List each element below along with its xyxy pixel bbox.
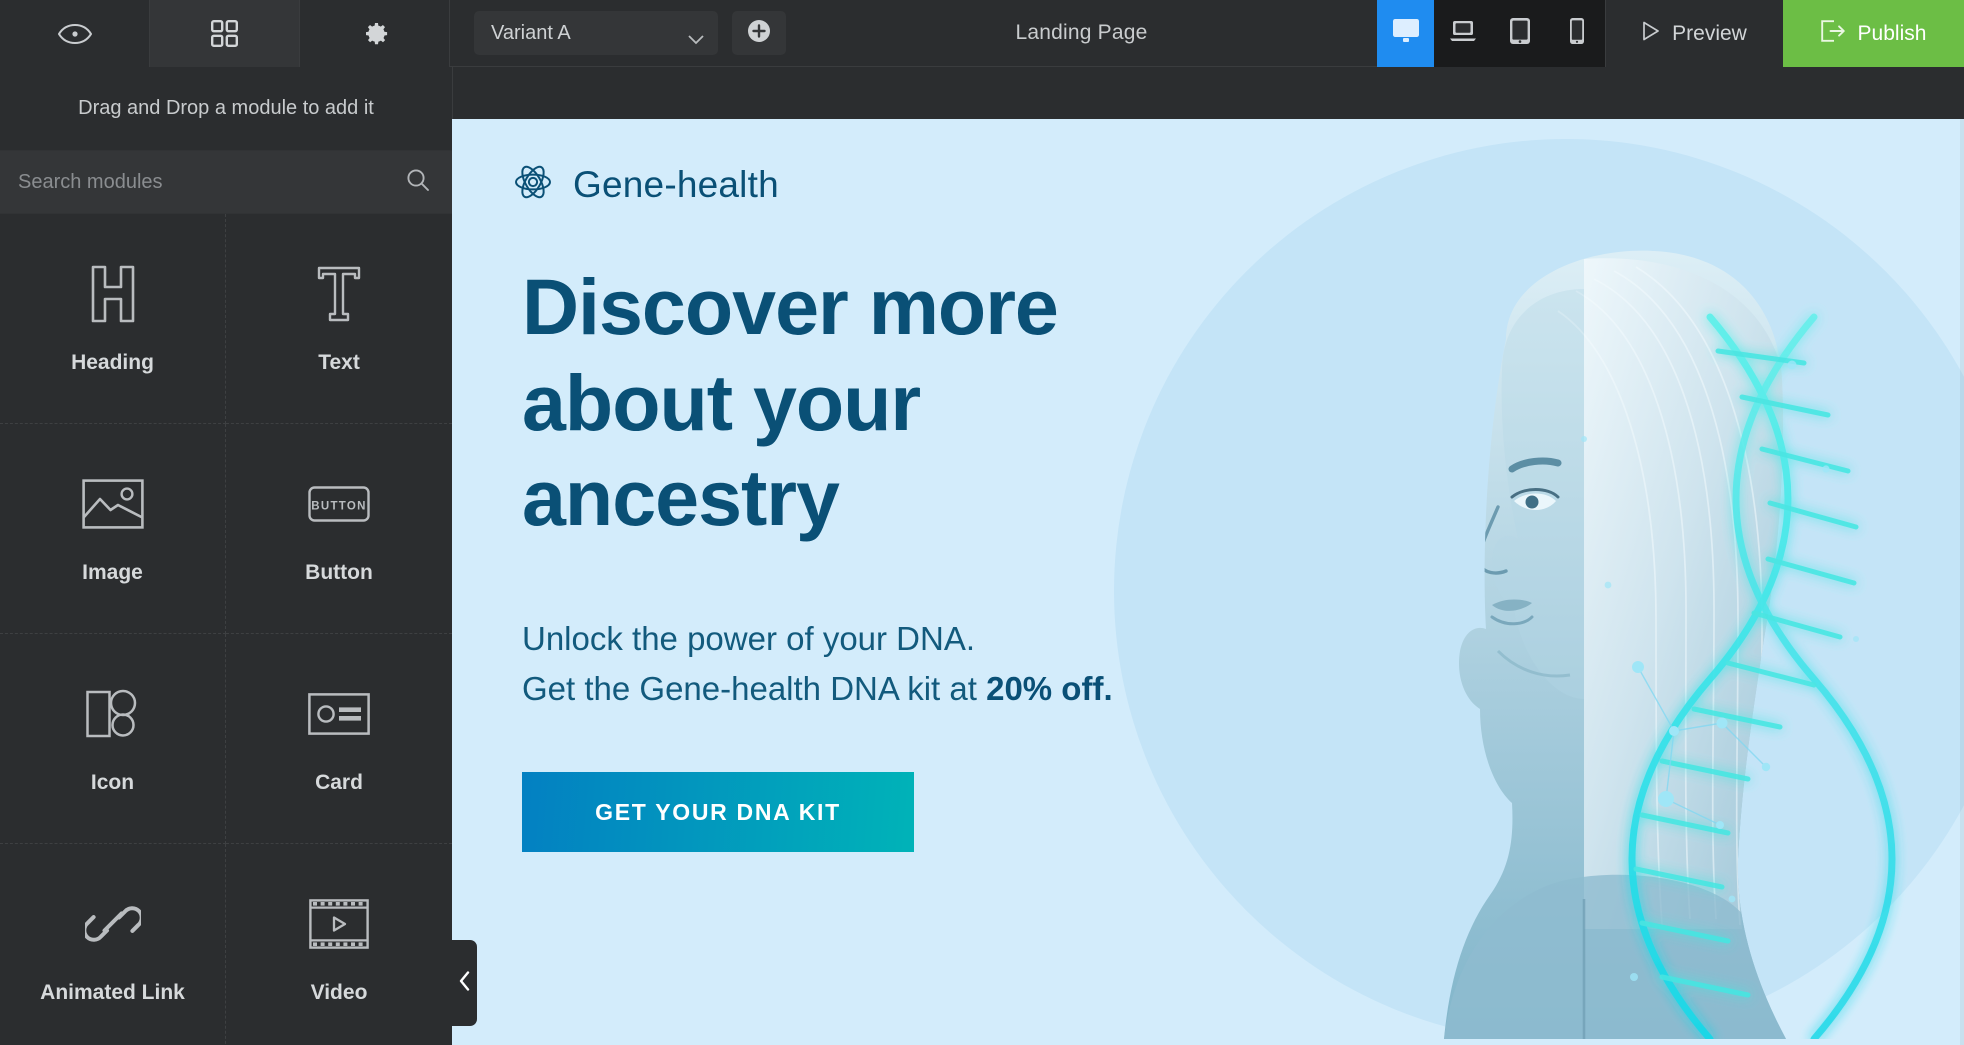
chevron-left-icon <box>459 970 471 996</box>
tab-settings[interactable] <box>300 0 450 67</box>
page-title-area: Landing Page <box>786 0 1377 66</box>
module-card[interactable]: Card <box>226 634 452 844</box>
variant-dropdown-value: Variant A <box>491 21 571 44</box>
gear-icon <box>360 19 390 49</box>
heading-h-icon <box>89 263 137 325</box>
module-label: Animated Link <box>40 980 185 1004</box>
grid-modules-icon <box>211 20 238 47</box>
collapse-sidebar-button[interactable] <box>452 940 477 1026</box>
module-text[interactable]: Text <box>226 214 452 424</box>
module-video[interactable]: Video <box>226 844 452 1045</box>
hero-subtext-line-2: Get the Gene-health DNA kit at 20% off. <box>522 664 1312 714</box>
search-modules-bar[interactable] <box>0 150 452 214</box>
image-icon <box>81 473 144 535</box>
mobile-icon <box>1569 17 1585 50</box>
hero-copy: Discover more about your ancestry Unlock… <box>522 259 1312 853</box>
modules-grid: Heading Text Image BUTTON Button Icon Ca… <box>0 214 452 1045</box>
hero-subtext-line-1: Unlock the power of your DNA. <box>522 619 976 657</box>
eye-icon <box>57 22 93 46</box>
play-triangle-icon <box>1642 21 1660 47</box>
tab-modules[interactable] <box>150 0 300 67</box>
hero-discount: 20% off. <box>986 669 1113 707</box>
shapes-icon <box>85 683 140 745</box>
drag-drop-hint: Drag and Drop a module to add it <box>78 97 374 119</box>
module-animated-link[interactable]: Animated Link <box>0 844 226 1045</box>
device-mobile-button[interactable] <box>1548 0 1605 67</box>
module-image[interactable]: Image <box>0 424 226 634</box>
modules-sidebar: Drag and Drop a module to add it Heading <box>0 67 452 1045</box>
module-heading[interactable]: Heading <box>0 214 226 424</box>
variant-controls: Variant A <box>452 0 786 66</box>
video-filmstrip-icon <box>309 893 369 955</box>
search-input[interactable] <box>18 170 348 194</box>
plus-circle-icon <box>747 19 771 48</box>
top-toolbar: Variant A Landing Page Preview Publish <box>0 0 1964 67</box>
cta-button[interactable]: GET YOUR DNA KIT <box>522 772 914 853</box>
atom-icon <box>514 163 552 206</box>
canvas-scrollbar[interactable] <box>1960 119 1964 1045</box>
page-title: Landing Page <box>1015 21 1148 44</box>
device-tablet-button[interactable] <box>1491 0 1548 67</box>
hero-subtext: Unlock the power of your DNA. Get the Ge… <box>522 614 1312 714</box>
module-label: Image <box>82 560 143 584</box>
chevron-down-icon <box>688 28 704 45</box>
variant-dropdown[interactable]: Variant A <box>474 11 718 55</box>
module-label: Button <box>305 560 373 584</box>
link-chain-icon <box>84 893 141 955</box>
card-icon <box>308 683 370 745</box>
brand-name: Gene-health <box>573 163 779 205</box>
hero-heading: Discover more about your ancestry <box>522 259 1312 546</box>
laptop-icon <box>1449 19 1477 48</box>
publish-export-icon <box>1820 19 1845 48</box>
module-button[interactable]: BUTTON Button <box>226 424 452 634</box>
hero-heading-line-2: about your <box>522 357 921 447</box>
tablet-icon <box>1509 17 1531 50</box>
publish-button[interactable]: Publish <box>1783 0 1964 67</box>
module-label: Text <box>318 350 360 374</box>
module-icon[interactable]: Icon <box>0 634 226 844</box>
hero-heading-line-3: ancestry <box>522 453 840 543</box>
preview-button[interactable]: Preview <box>1605 0 1783 67</box>
canvas-top-gutter <box>452 67 1964 119</box>
page-canvas[interactable]: Gene-health Discover more about your anc… <box>452 119 1964 1045</box>
module-label: Heading <box>71 350 154 374</box>
hero-subtext-line-2-prefix: Get the Gene-health DNA kit at <box>522 669 987 707</box>
desktop-icon <box>1392 18 1420 49</box>
add-variant-button[interactable] <box>732 11 786 55</box>
publish-button-label: Publish <box>1857 21 1927 45</box>
device-switcher <box>1377 0 1605 67</box>
page-builder-app: Variant A Landing Page Preview Publish D… <box>0 0 1964 1045</box>
tab-preview-eye[interactable] <box>0 0 150 67</box>
module-label: Icon <box>90 770 135 794</box>
button-icon: BUTTON <box>308 473 370 535</box>
search-icon[interactable] <box>406 168 430 197</box>
site-logo[interactable]: Gene-health <box>514 163 779 206</box>
device-desktop-button[interactable] <box>1377 0 1434 67</box>
module-label: Video <box>310 980 368 1004</box>
module-label: Card <box>315 770 363 794</box>
preview-button-label: Preview <box>1672 21 1747 45</box>
panel-tabs <box>0 0 452 67</box>
svg-text:BUTTON: BUTTON <box>311 500 367 512</box>
device-laptop-button[interactable] <box>1434 0 1491 67</box>
text-t-icon <box>317 263 361 325</box>
hero-heading-line-1: Discover more <box>522 262 1059 351</box>
